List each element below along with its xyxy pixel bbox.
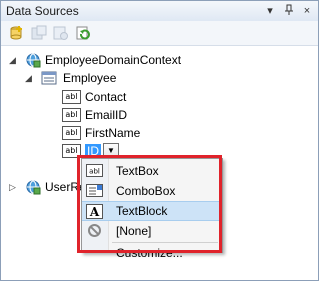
none-icon [86,223,103,238]
domain-context-icon [25,52,41,73]
entity-table-icon [41,70,57,91]
tree-field-emailid[interactable]: abl EmailID [62,105,127,123]
refresh-icon[interactable] [75,25,91,41]
menu-item-label: ComboBox [116,184,176,198]
tree-field-firstname[interactable]: abl FirstName [62,123,140,141]
tree-field-id[interactable]: abl ID ▼ [62,141,119,159]
textblock-icon: A [86,204,103,219]
context-label: EmployeeDomainContext [45,53,182,67]
add-new-data-source-icon[interactable] [9,25,25,41]
menu-item-label: Customize... [116,246,183,260]
field-label: Contact [85,89,127,104]
panel-titlebar: Data Sources ▾ × [1,1,318,22]
menu-item-textblock[interactable]: A TextBlock [82,201,222,221]
pin-icon[interactable] [282,4,296,18]
tree-field-contact[interactable]: abl Contact [62,87,126,105]
textbox-field-icon: abl [62,125,81,140]
field-label: EmailID [85,107,128,122]
textbox-field-icon: abl [62,143,81,158]
truncated-node-label: UserRe [45,180,86,194]
menu-item-customize[interactable]: Customize... [82,244,222,264]
domain-context-icon [25,179,41,200]
expand-triangle-icon[interactable]: ▷ [9,183,17,192]
edit-dataset-icon[interactable] [31,25,47,41]
data-sources-panel: Data Sources ▾ × ◢ EmployeeDomainContext [0,0,319,281]
menu-item-label: TextBox [116,164,159,178]
panel-toolbar [1,21,318,46]
panel-title: Data Sources [6,4,79,18]
window-position-dropdown-icon[interactable]: ▾ [263,4,277,18]
combobox-icon [86,183,103,198]
menu-item-textbox[interactable]: abl TextBox [82,161,222,181]
control-type-menu: abl TextBox ComboBox A TextBlock [None] … [81,158,223,260]
menu-item-combobox[interactable]: ComboBox [82,181,222,201]
collapse-triangle-icon[interactable]: ◢ [9,56,17,65]
collapse-triangle-icon[interactable]: ◢ [25,74,33,83]
configure-dataset-icon[interactable] [53,25,69,41]
textbox-field-icon: abl [62,107,81,122]
textbox-field-icon: abl [62,89,81,104]
menu-item-label: [None] [116,224,152,238]
field-label: FirstName [85,125,141,140]
menu-item-none[interactable]: [None] [82,221,222,241]
svg-text:A: A [89,205,100,219]
control-type-dropdown-button[interactable]: ▼ [103,142,119,159]
entity-label: Employee [63,71,117,85]
menu-item-label: TextBlock [116,204,168,218]
svg-text:abl: abl [89,168,100,176]
close-icon[interactable]: × [300,4,314,18]
textbox-icon: abl [86,163,103,178]
selected-field-label: ID [85,143,101,158]
